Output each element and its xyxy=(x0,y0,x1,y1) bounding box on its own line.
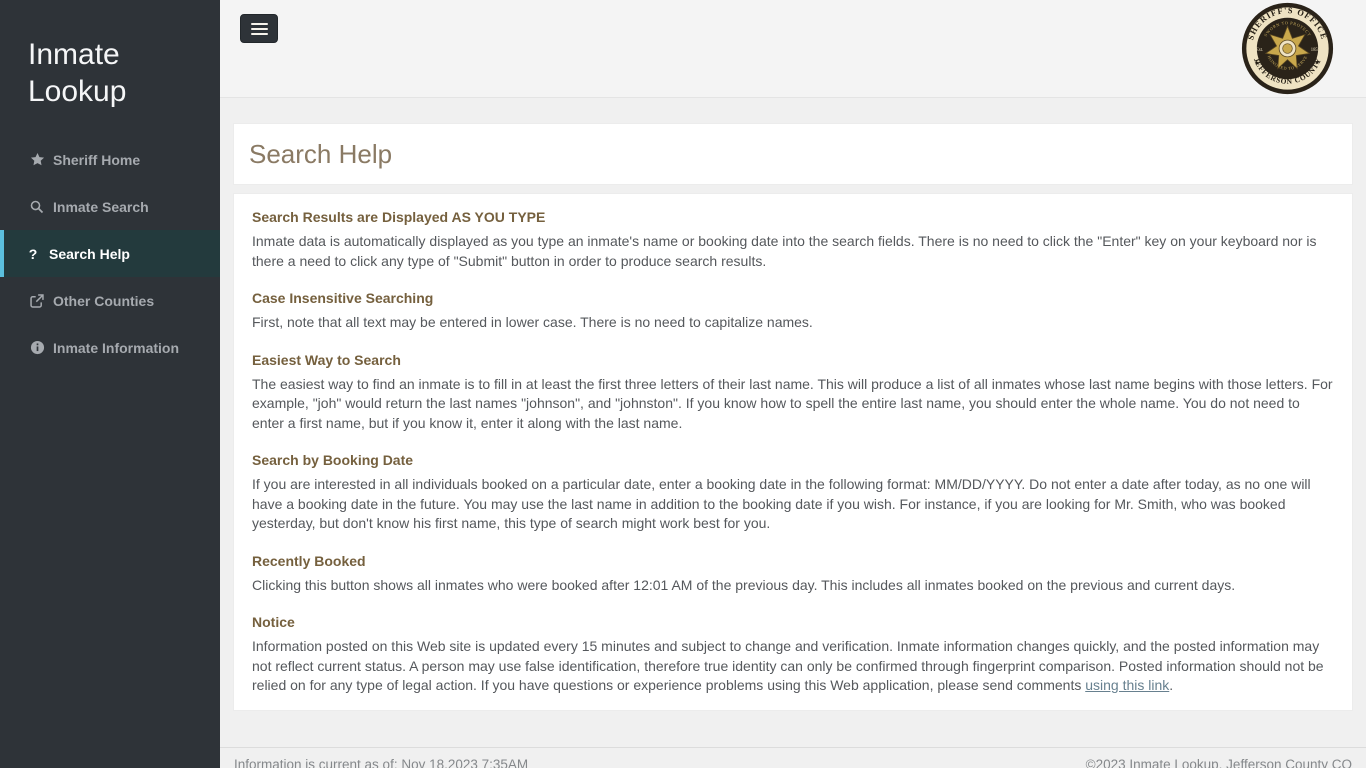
section-heading: Search by Booking Date xyxy=(252,452,1334,468)
hamburger-icon xyxy=(251,23,268,25)
section-heading: Recently Booked xyxy=(252,553,1334,569)
sidebar-item-label: Search Help xyxy=(49,246,130,262)
section-as-you-type: Search Results are Displayed AS YOU TYPE… xyxy=(252,209,1334,271)
external-link-icon xyxy=(29,294,45,308)
sidebar: Inmate Lookup Sheriff Home Inmate Search… xyxy=(0,0,220,768)
sidebar-item-inmate-information[interactable]: Inmate Information xyxy=(0,324,220,371)
section-body: Information posted on this Web site is u… xyxy=(252,637,1334,696)
topbar: SHERIFF'S OFFICE JEFFERSON COUNTY ★ ★ SW… xyxy=(220,0,1366,98)
sidebar-item-label: Sheriff Home xyxy=(53,152,140,168)
comments-link[interactable]: using this link xyxy=(1085,677,1169,693)
seal-left-star: ★ xyxy=(1254,59,1259,66)
section-booking-date: Search by Booking Date If you are intere… xyxy=(252,452,1334,534)
page-title: Search Help xyxy=(249,139,392,170)
star-icon xyxy=(29,152,45,167)
sidebar-item-label: Other Counties xyxy=(53,293,154,309)
seal-est-text: Est. xyxy=(1256,48,1263,53)
sheriff-office-seal-logo: SHERIFF'S OFFICE JEFFERSON COUNTY ★ ★ SW… xyxy=(1241,2,1334,95)
footer-current-as-of: Information is current as of: Nov 18,202… xyxy=(234,757,528,768)
info-icon xyxy=(29,340,45,355)
sidebar-item-sheriff-home[interactable]: Sheriff Home xyxy=(0,136,220,183)
sidebar-item-search-help[interactable]: ? Search Help xyxy=(0,230,220,277)
sidebar-item-other-counties[interactable]: Other Counties xyxy=(0,277,220,324)
sidebar-item-label: Inmate Information xyxy=(53,340,179,356)
app-title[interactable]: Inmate Lookup xyxy=(0,0,220,110)
search-icon xyxy=(29,200,45,214)
section-recently-booked: Recently Booked Clicking this button sho… xyxy=(252,553,1334,596)
sidebar-item-label: Inmate Search xyxy=(53,199,149,215)
section-heading: Case Insensitive Searching xyxy=(252,290,1334,306)
section-body: First, note that all text may be entered… xyxy=(252,313,1334,333)
section-body: Clicking this button shows all inmates w… xyxy=(252,576,1334,596)
section-body: Inmate data is automatically displayed a… xyxy=(252,232,1334,271)
footer: Information is current as of: Nov 18,202… xyxy=(220,747,1366,768)
page-title-panel: Search Help xyxy=(233,123,1353,185)
section-heading: Search Results are Displayed AS YOU TYPE xyxy=(252,209,1334,225)
menu-toggle-button[interactable] xyxy=(240,14,278,43)
question-icon: ? xyxy=(25,247,41,261)
section-case-insensitive: Case Insensitive Searching First, note t… xyxy=(252,290,1334,333)
section-heading: Easiest Way to Search xyxy=(252,352,1334,368)
search-help-panel: Search Results are Displayed AS YOU TYPE… xyxy=(233,193,1353,711)
footer-copyright: ©2023 Inmate Lookup, Jefferson County CO xyxy=(1086,757,1352,768)
sidebar-nav: Sheriff Home Inmate Search ? Search Help… xyxy=(0,136,220,371)
seal-year-text: 1859 xyxy=(1311,48,1321,53)
section-body: The easiest way to find an inmate is to … xyxy=(252,375,1334,434)
section-notice: Notice Information posted on this Web si… xyxy=(252,614,1334,696)
sidebar-item-inmate-search[interactable]: Inmate Search xyxy=(0,183,220,230)
section-easiest-way: Easiest Way to Search The easiest way to… xyxy=(252,352,1334,434)
notice-text-after-link: . xyxy=(1169,677,1173,693)
section-body: If you are interested in all individuals… xyxy=(252,475,1334,534)
section-heading: Notice xyxy=(252,614,1334,630)
main-region: SHERIFF'S OFFICE JEFFERSON COUNTY ★ ★ SW… xyxy=(220,0,1366,768)
